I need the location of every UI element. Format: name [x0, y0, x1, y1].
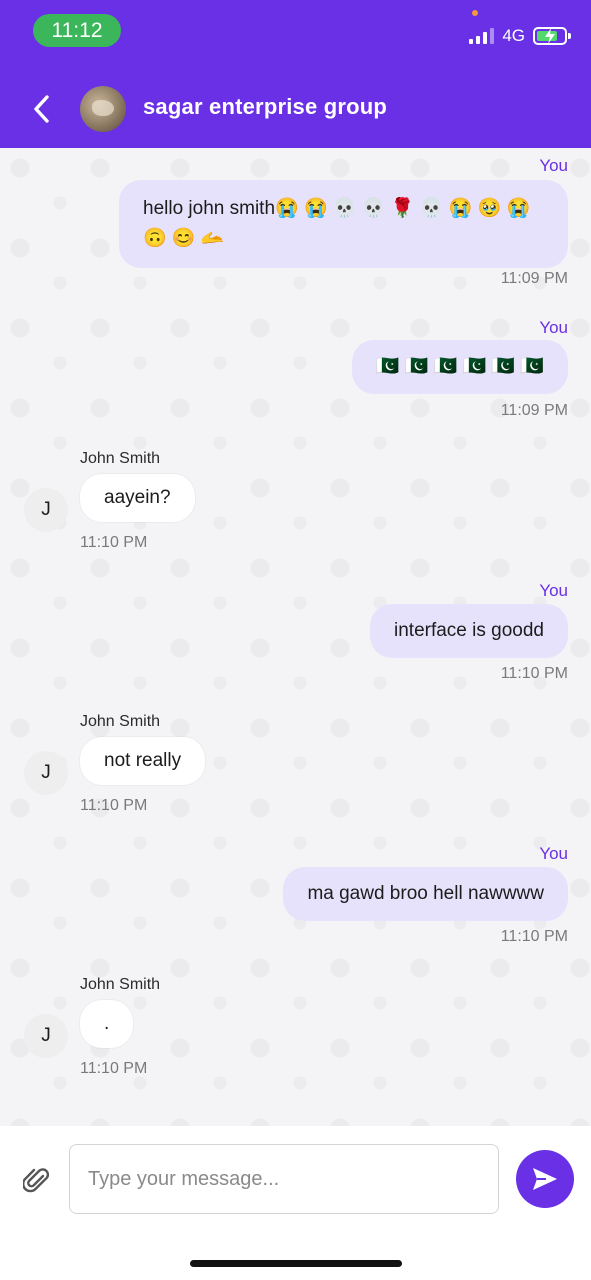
battery-charging-icon: [533, 27, 571, 45]
outgoing-message[interactable]: 🇵🇰 🇵🇰 🇵🇰 🇵🇰 🇵🇰 🇵🇰: [351, 340, 568, 394]
outgoing-message[interactable]: interface is goodd: [370, 604, 568, 658]
sender-name: John Smith: [80, 976, 161, 993]
outgoing-message[interactable]: hello john smith😭 😭 💀 💀 🌹 💀 😭 🥹 😭 🙃 😊 🫴: [119, 180, 568, 268]
message-time: 11:10 PM: [500, 665, 568, 682]
app-header: 11:12 4G sagar enterprise group: [0, 0, 591, 148]
message-time: 11:10 PM: [80, 1060, 148, 1077]
send-button[interactable]: [516, 1150, 574, 1208]
sender-avatar[interactable]: J: [24, 1014, 68, 1058]
sender-label-you: You: [539, 844, 568, 863]
incoming-message[interactable]: .: [80, 1000, 134, 1048]
chat-message-list[interactable]: You hello john smith😭 😭 💀 💀 🌹 💀 😭 🥹 😭 🙃 …: [0, 148, 591, 1126]
signal-icon: [469, 28, 495, 44]
chevron-left-icon: [34, 95, 49, 123]
message-time: 11:09 PM: [500, 402, 568, 419]
group-avatar[interactable]: [80, 86, 126, 132]
back-button[interactable]: [26, 90, 56, 128]
sender-label-you: You: [539, 318, 568, 337]
message-time: 11:10 PM: [500, 928, 568, 945]
sender-label-you: You: [539, 156, 568, 175]
message-composer: [0, 1126, 591, 1280]
sender-label-you: You: [539, 581, 568, 600]
group-title[interactable]: sagar enterprise group: [143, 94, 387, 120]
privacy-indicator-dot: [472, 10, 478, 16]
attach-button[interactable]: [20, 1162, 52, 1198]
message-time: 11:09 PM: [500, 270, 568, 287]
message-time: 11:10 PM: [80, 797, 148, 814]
incoming-message[interactable]: not really: [80, 737, 206, 785]
message-time: 11:10 PM: [80, 534, 148, 551]
incoming-message[interactable]: aayein?: [80, 474, 195, 522]
home-indicator: [190, 1260, 402, 1267]
sender-avatar[interactable]: J: [24, 488, 68, 532]
sender-name: John Smith: [80, 713, 161, 730]
sender-avatar[interactable]: J: [24, 751, 68, 795]
status-time: 11:12: [33, 14, 121, 47]
paperclip-icon: [23, 1168, 49, 1193]
message-input[interactable]: [69, 1144, 499, 1214]
status-icons: 4G: [469, 24, 571, 48]
outgoing-message[interactable]: ma gawd broo hell nawwww: [283, 867, 568, 921]
send-icon: [533, 1168, 557, 1190]
sender-name: John Smith: [80, 450, 161, 467]
network-type: 4G: [502, 26, 525, 45]
